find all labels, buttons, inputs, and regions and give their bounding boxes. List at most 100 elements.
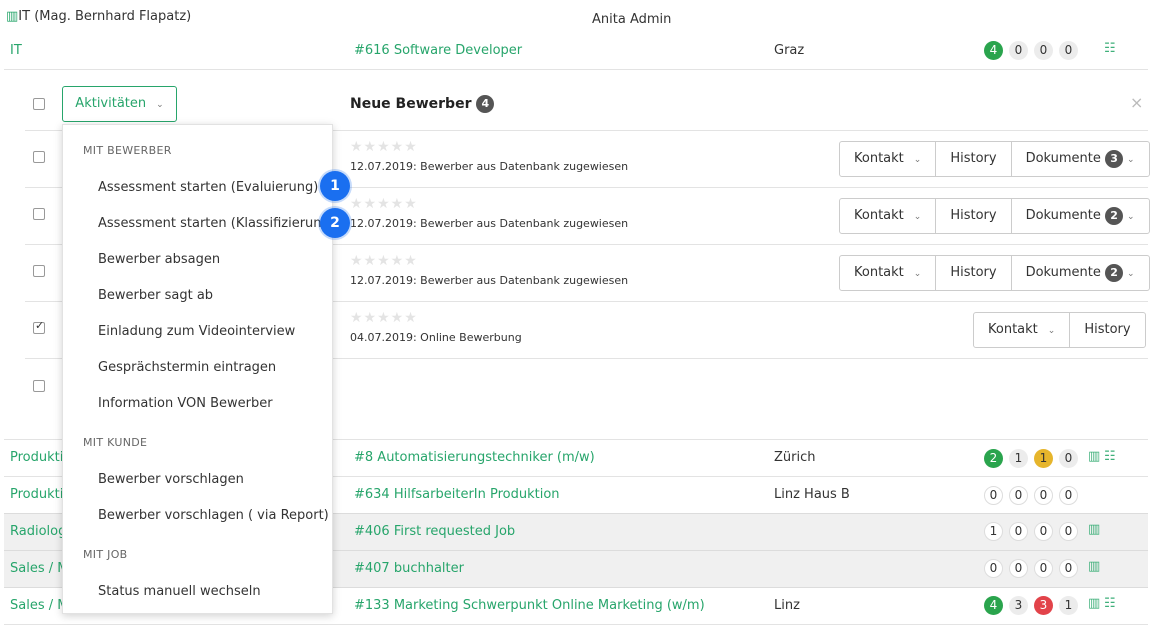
chevron-down-icon: ⌄ [156,100,164,110]
applicant-note: 12.07.2019: Bewerber aus Datenbank zugew… [350,217,629,230]
count-badge[interactable]: 0 [984,559,1003,578]
rating-stars[interactable]: ★★★★★ [350,196,418,212]
count-badge[interactable]: 0 [1034,522,1053,541]
menu-item-gespraechstermin[interactable]: Gesprächstermin eintragen [98,360,276,375]
dept-link[interactable]: IT [10,43,22,58]
menu-item-bewerber-vorschlagen[interactable]: Bewerber vorschlagen [98,472,244,487]
documents-label: Dokumente [1025,208,1101,223]
kontakt-button[interactable]: Kontakt ⌄ [974,313,1071,347]
people-icon[interactable]: ☷ [1104,449,1116,464]
count-badge[interactable]: 0 [1034,41,1053,60]
job-link[interactable]: #616 Software Developer [354,43,522,58]
chevron-down-icon: ⌄ [1127,155,1135,165]
documents-button[interactable]: Dokumente 3 ⌄ [1012,142,1149,176]
count-badge[interactable]: 0 [1009,559,1028,578]
count-badge-new[interactable]: 4 [984,41,1003,60]
kontakt-button[interactable]: Kontakt ⌄ [840,199,937,233]
applicant-checkbox[interactable] [33,265,45,277]
marker-1: 1 [320,171,350,201]
job-location: Linz [774,598,800,613]
activities-button[interactable]: Aktivitäten ⌄ [62,86,177,122]
kontakt-button[interactable]: Kontakt ⌄ [840,142,937,176]
job-link[interactable]: #406 First requested Job [354,524,515,539]
applicant-note: 04.07.2019: Online Bewerbung [350,331,522,344]
applicant-actions: Kontakt ⌄ History Dokumente 3 ⌄ [839,141,1150,177]
count-badge[interactable]: 2 [984,449,1003,468]
chevron-down-icon: ⌄ [1047,326,1056,336]
rating-stars[interactable]: ★★★★★ [350,139,418,155]
activities-dropdown: MIT BEWERBER Assessment starten (Evaluie… [62,124,335,614]
building-icon[interactable]: ▥ [1088,559,1100,574]
kontakt-label: Kontakt [854,151,904,166]
dept-link[interactable]: Radiolog [10,524,66,539]
dept-link[interactable]: Produkti [10,450,63,465]
group-header[interactable]: ▥IT (Mag. Bernhard Flapatz) [6,9,191,24]
menu-item-bewerber-absagen[interactable]: Bewerber absagen [98,252,220,267]
applicant-checkbox[interactable] [33,151,45,163]
menu-item-videointerview[interactable]: Einladung zum Videointerview [98,324,295,339]
rating-stars[interactable]: ★★★★★ [350,310,418,326]
history-button[interactable]: History [936,142,1012,176]
count-badge[interactable]: 0 [1009,486,1028,505]
panel-title-count: 4 [476,95,495,113]
building-icon[interactable]: ▥ [1088,522,1100,537]
menu-item-status-wechseln[interactable]: Status manuell wechseln [98,584,261,599]
people-icon[interactable]: ☷ [1104,41,1116,56]
menu-item-bewerber-sagt-ab[interactable]: Bewerber sagt ab [98,288,213,303]
rating-stars[interactable]: ★★★★★ [350,253,418,269]
applicant-actions: Kontakt ⌄ History Dokumente 2 ⌄ [839,255,1150,291]
applicant-checkbox-checked[interactable] [33,319,45,334]
count-badge[interactable]: 0 [1059,559,1078,578]
count-badge[interactable]: 0 [1059,41,1078,60]
count-badge[interactable]: 0 [1009,522,1028,541]
menu-item-assessment-evaluierung[interactable]: Assessment starten (Evaluierung) [98,180,318,195]
count-badge[interactable]: 0 [1059,449,1078,468]
count-badge[interactable]: 0 [1059,522,1078,541]
select-all-checkbox[interactable] [33,98,45,110]
documents-button[interactable]: Dokumente 2 ⌄ [1012,256,1149,290]
count-badge[interactable]: 1 [1034,449,1053,468]
count-badge[interactable]: 1 [1059,596,1078,615]
count-badge[interactable]: 0 [1034,559,1053,578]
building-icon[interactable]: ▥ [1088,449,1100,464]
count-badge[interactable]: 4 [984,596,1003,615]
applicant-checkbox[interactable] [33,208,45,220]
job-link[interactable]: #407 buchhalter [354,561,464,576]
close-icon[interactable]: × [1130,93,1143,112]
dept-link[interactable]: Sales / M [10,561,68,576]
count-badge[interactable]: 0 [1034,486,1053,505]
panel-title: Neue Bewerber 4 [350,95,495,113]
documents-button[interactable]: Dokumente 2 ⌄ [1012,199,1149,233]
people-icon[interactable]: ☷ [1104,596,1116,611]
count-badge[interactable]: 0 [984,486,1003,505]
count-badge[interactable]: 0 [1059,486,1078,505]
applicant-note: 12.07.2019: Bewerber aus Datenbank zugew… [350,160,629,173]
history-button[interactable]: History [936,199,1012,233]
job-link[interactable]: #8 Automatisierungstechniker (m/w) [354,450,595,465]
dept-link[interactable]: Sales / M [10,598,68,613]
kontakt-button[interactable]: Kontakt ⌄ [840,256,937,290]
count-badge[interactable]: 3 [1034,596,1053,615]
history-button[interactable]: History [936,256,1012,290]
documents-label: Dokumente [1025,151,1101,166]
count-badge[interactable]: 1 [984,522,1003,541]
divider [4,69,1148,70]
menu-item-assessment-klassifizierung[interactable]: Assessment starten (Klassifizierung) [98,216,335,231]
group-header-label: IT (Mag. Bernhard Flapatz) [18,9,192,24]
kontakt-label: Kontakt [988,322,1038,337]
building-icon: ▥ [6,9,19,24]
history-button[interactable]: History [1070,313,1144,347]
job-link[interactable]: #634 HilfsarbeiterIn Produktion [354,487,560,502]
building-icon[interactable]: ▥ [1088,596,1100,611]
applicant-checkbox[interactable] [33,380,45,392]
applicant-note: 12.07.2019: Bewerber aus Datenbank zugew… [350,274,629,287]
job-location: Linz Haus B [774,487,850,502]
count-badge[interactable]: 0 [1009,41,1028,60]
menu-item-bewerber-vorschlagen-report[interactable]: Bewerber vorschlagen ( via Report) [98,508,329,523]
menu-item-information-von-bewerber[interactable]: Information VON Bewerber [98,396,273,411]
job-link[interactable]: #133 Marketing Schwerpunkt Online Market… [354,598,705,613]
count-badge[interactable]: 3 [1009,596,1028,615]
dept-link[interactable]: Produkti [10,487,63,502]
count-badge[interactable]: 1 [1009,449,1028,468]
chevron-down-icon: ⌄ [913,155,922,165]
